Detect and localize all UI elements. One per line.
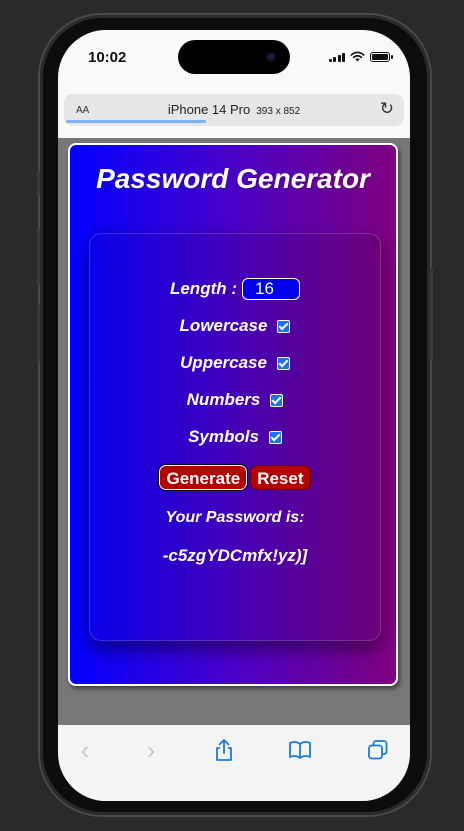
- length-label: Length :: [169, 279, 238, 298]
- reset-button[interactable]: Reset: [250, 465, 311, 490]
- battery-icon: [370, 51, 393, 62]
- browser-toolbar: ‹ ›: [58, 725, 410, 801]
- numbers-label: Numbers: [186, 390, 261, 409]
- password-row: -c5zgYDCmfx!yz)]: [90, 546, 380, 566]
- option-row-symbols: Symbols: [90, 427, 380, 447]
- tabs-icon[interactable]: [365, 735, 391, 765]
- device-label: iPhone 14 Pro 393 x 852: [64, 102, 404, 117]
- status-icons: [328, 51, 393, 62]
- generator-card: Password Generator Length : 16 Lowercase…: [68, 143, 398, 686]
- power-button: [430, 268, 433, 360]
- browser-address-bar: AA iPhone 14 Pro 393 x 852 ↻: [58, 90, 410, 138]
- options-panel: Length : 16 Lowercase Uppercase Numbers …: [89, 233, 381, 641]
- uppercase-label: Uppercase: [180, 353, 267, 372]
- volume-up-button: [37, 228, 40, 286]
- length-row: Length : 16: [90, 278, 380, 300]
- signal-icon: [328, 52, 345, 62]
- lowercase-checkbox[interactable]: [277, 319, 291, 333]
- forward-icon[interactable]: ›: [140, 735, 162, 765]
- bookmarks-icon[interactable]: [286, 735, 314, 765]
- result-label-row: Your Password is:: [90, 509, 380, 527]
- volume-down-button: [37, 304, 40, 362]
- mute-switch: [37, 170, 40, 196]
- uppercase-checkbox[interactable]: [276, 356, 290, 370]
- reload-icon[interactable]: ↻: [380, 99, 394, 119]
- web-viewport: Password Generator Length : 16 Lowercase…: [58, 138, 410, 725]
- result-label: Your Password is:: [165, 509, 305, 526]
- numbers-checkbox[interactable]: [270, 393, 284, 407]
- length-input[interactable]: 16: [242, 278, 301, 300]
- page-load-progress: [66, 120, 206, 123]
- generate-button[interactable]: Generate: [159, 465, 248, 490]
- symbols-label: Symbols: [188, 427, 259, 446]
- phone-screen: 10:02 AA iPhone 14 Pro 393 x 852 ↻ Passw…: [58, 30, 410, 801]
- camera-icon: [266, 52, 276, 62]
- status-bar: 10:02: [58, 30, 410, 90]
- option-row-uppercase: Uppercase: [90, 353, 380, 373]
- symbols-checkbox[interactable]: [268, 430, 282, 444]
- wifi-icon: [350, 51, 365, 62]
- option-row-numbers: Numbers: [90, 390, 380, 410]
- action-buttons: Generate Reset: [90, 465, 380, 490]
- option-row-lowercase: Lowercase: [90, 316, 380, 336]
- back-icon[interactable]: ‹: [74, 735, 96, 765]
- share-icon[interactable]: [211, 735, 237, 765]
- status-time: 10:02: [88, 49, 127, 66]
- lowercase-label: Lowercase: [179, 316, 268, 335]
- page-title: Password Generator: [96, 163, 370, 194]
- device-dims: 393 x 852: [256, 106, 301, 117]
- password-output[interactable]: -c5zgYDCmfx!yz)]: [163, 546, 308, 566]
- dynamic-island: [178, 40, 290, 74]
- device-name: iPhone 14 Pro: [167, 102, 251, 117]
